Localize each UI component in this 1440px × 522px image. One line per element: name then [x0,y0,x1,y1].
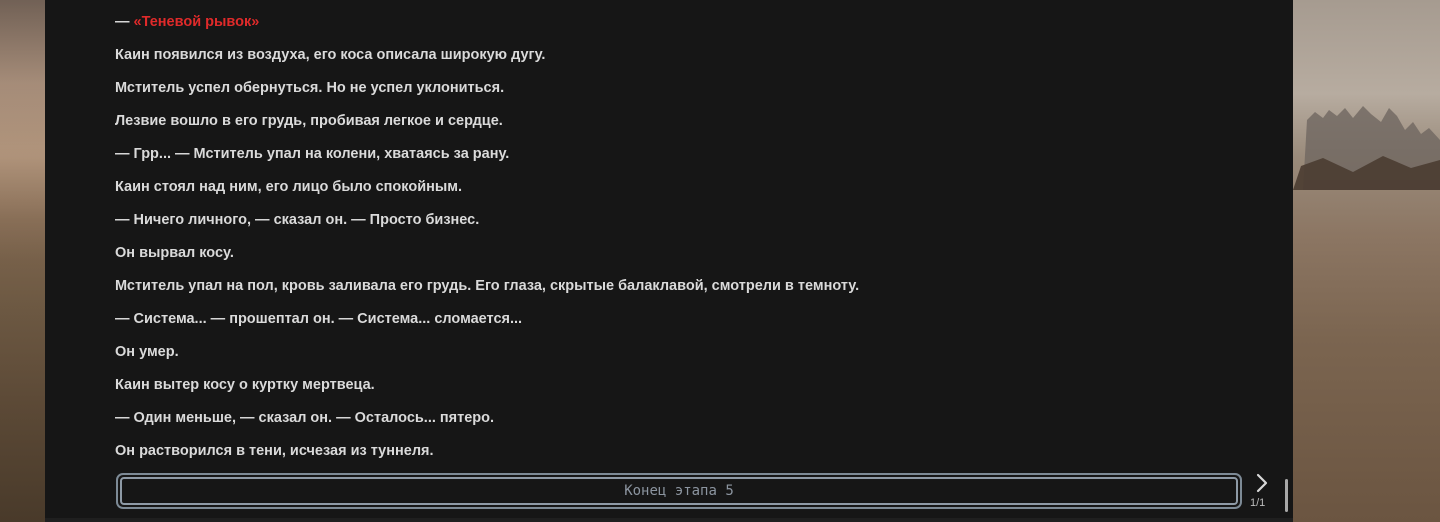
story-paragraph: Мститель упал на пол, кровь заливала его… [115,278,860,294]
reader-panel: — «Теневой рывок» Каин появился из возду… [45,0,1293,518]
skill-dash: — [115,14,134,30]
background-ruins [1293,106,1440,190]
story-paragraph: Он растворился в тени, исчезая из туннел… [115,443,434,459]
reader-bottom-edge [45,518,1293,522]
story-paragraph: — Ничего личного, — сказал он. — Просто … [115,212,480,228]
chevron-right-icon [1256,473,1268,493]
skill-name: «Теневой рывок» [133,14,260,30]
story-paragraph: — Грр... — Мститель упал на колени, хват… [115,146,510,162]
scrollbar-thumb[interactable] [1285,479,1288,512]
story-paragraph: Лезвие вошло в его грудь, пробивая легко… [115,113,503,129]
story-paragraph: — Один меньше, — сказал он. — Осталось..… [115,410,495,426]
end-of-stage-label: Конец этапа 5 [120,477,1238,505]
page-counter: 1/1 [1250,497,1266,509]
story-paragraph: Он вырвал косу. [115,245,234,261]
story-paragraph: Мститель успел обернуться. Но не успел у… [115,80,505,96]
end-of-stage-button[interactable]: Конец этапа 5 [116,473,1242,509]
story-paragraph: Он умер. [115,344,179,360]
background-right-edge [1293,0,1440,522]
next-page-button[interactable] [1251,472,1273,494]
story-paragraph: Каин появился из воздуха, его коса описа… [115,47,546,63]
story-paragraph: Каин вытер косу о куртку мертвеца. [115,377,375,393]
story-paragraph: — Система... — прошептал он. — Система..… [115,311,523,327]
story-paragraph: Каин стоял над ним, его лицо было спокой… [115,179,463,195]
skill-heading: — «Теневой рывок» [115,13,259,31]
background-left-edge [0,0,46,522]
